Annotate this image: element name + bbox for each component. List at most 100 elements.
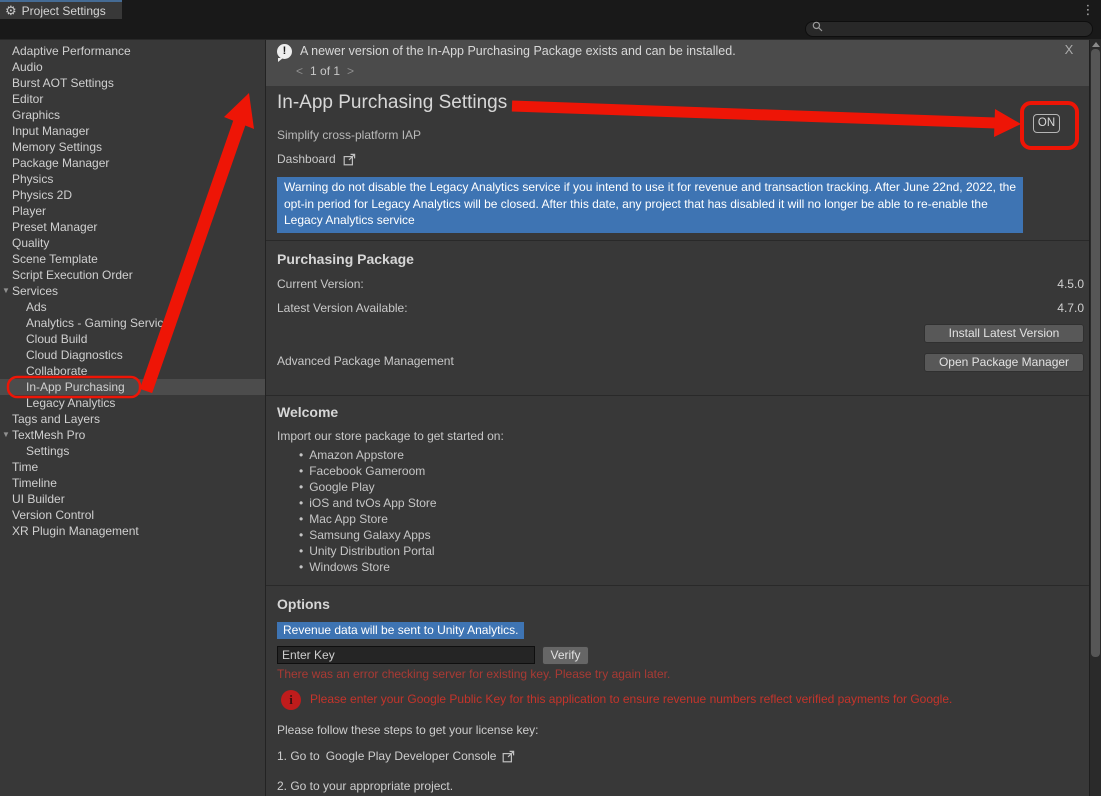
sidebar-item-label: Services	[12, 284, 58, 298]
tab-title: Project Settings	[22, 4, 106, 18]
window-tab-bar: ⚙ Project Settings ⋮	[0, 0, 1101, 19]
sidebar-item[interactable]: ▼ In-App Purchasing	[0, 379, 265, 395]
page-subtitle: Simplify cross-platform IAP	[277, 128, 421, 142]
store-list-item: Facebook Gameroom	[299, 463, 437, 479]
sidebar-item-label: Settings	[26, 444, 69, 458]
sidebar-item-label: Physics 2D	[12, 188, 72, 202]
sidebar-item[interactable]: ▼ Player	[0, 203, 265, 219]
console-warning-icon: !	[277, 44, 292, 59]
search-box[interactable]	[805, 21, 1093, 37]
settings-category-sidebar: ▼ Adaptive Performance ▼ Audio ▼ Burst A…	[0, 40, 266, 796]
sidebar-item[interactable]: ▼ Memory Settings	[0, 139, 265, 155]
sidebar-item[interactable]: ▼ Burst AOT Settings	[0, 75, 265, 91]
notification-pager: < 1 of 1 >	[296, 64, 354, 78]
sidebar-item[interactable]: ▼ Adaptive Performance	[0, 43, 265, 59]
install-latest-version-button[interactable]: Install Latest Version	[924, 324, 1084, 343]
sidebar-item[interactable]: ▼ Scene Template	[0, 251, 265, 267]
sidebar-item-label: Physics	[12, 172, 53, 186]
sidebar-item[interactable]: ▼ Cloud Diagnostics	[0, 347, 265, 363]
welcome-heading: Welcome	[277, 404, 338, 420]
store-list-item: Mac App Store	[299, 511, 437, 527]
close-icon[interactable]: X	[1062, 42, 1076, 58]
sidebar-item-label: Version Control	[12, 508, 94, 522]
current-version-value: 4.5.0	[1057, 277, 1084, 291]
sidebar-item[interactable]: ▼ Ads	[0, 299, 265, 315]
sidebar-item[interactable]: ▼ XR Plugin Management	[0, 523, 265, 539]
notification-message: A newer version of the In-App Purchasing…	[300, 44, 736, 58]
google-key-input[interactable]	[277, 646, 535, 664]
store-list-item: Samsung Galaxy Apps	[299, 527, 437, 543]
store-list-item: Google Play	[299, 479, 437, 495]
sidebar-item-label: Time	[12, 460, 38, 474]
sidebar-item-label: Player	[12, 204, 46, 218]
revenue-note-badge: Revenue data will be sent to Unity Analy…	[277, 622, 524, 639]
sidebar-item-label: Input Manager	[12, 124, 89, 138]
latest-version-value: 4.7.0	[1057, 301, 1084, 315]
sidebar-item-label: In-App Purchasing	[26, 380, 125, 394]
sidebar-item-label: Editor	[12, 92, 43, 106]
open-package-manager-button[interactable]: Open Package Manager	[924, 353, 1084, 372]
pager-prev-icon[interactable]: <	[296, 64, 303, 78]
settings-toolbar	[0, 19, 1101, 40]
external-link-icon[interactable]	[502, 750, 515, 763]
sidebar-item[interactable]: ▼ Audio	[0, 59, 265, 75]
sidebar-item[interactable]: ▼ Cloud Build	[0, 331, 265, 347]
settings-content-panel: ! A newer version of the In-App Purchasi…	[266, 40, 1089, 796]
sidebar-item[interactable]: ▼ Physics	[0, 171, 265, 187]
store-list-item: Windows Store	[299, 559, 437, 575]
sidebar-item[interactable]: ▼ Settings	[0, 443, 265, 459]
sidebar-item[interactable]: ▼ Physics 2D	[0, 187, 265, 203]
sidebar-item[interactable]: ▼ Graphics	[0, 107, 265, 123]
sidebar-item-label: Cloud Build	[26, 332, 87, 346]
welcome-intro: Import our store package to get started …	[277, 429, 504, 443]
sidebar-item-label: Burst AOT Settings	[12, 76, 114, 90]
sidebar-item[interactable]: ▼ Input Manager	[0, 123, 265, 139]
pager-next-icon[interactable]: >	[347, 64, 354, 78]
sidebar-item-label: Ads	[26, 300, 47, 314]
sidebar-item-label: Scene Template	[12, 252, 98, 266]
external-link-icon[interactable]	[343, 153, 356, 166]
sidebar-item-label: TextMesh Pro	[12, 428, 85, 442]
step1-prefix: 1. Go to	[277, 749, 320, 763]
google-play-console-link[interactable]: Google Play Developer Console	[326, 749, 497, 763]
scrollbar-thumb[interactable]	[1091, 49, 1100, 657]
sidebar-item[interactable]: ▼ Script Execution Order	[0, 267, 265, 283]
vertical-scrollbar[interactable]	[1089, 40, 1101, 796]
sidebar-item[interactable]: ▼ Collaborate	[0, 363, 265, 379]
store-list-item: Unity Distribution Portal	[299, 543, 437, 559]
foldout-triangle-icon[interactable]: ▼	[2, 283, 10, 299]
dashboard-link[interactable]: Dashboard	[277, 152, 336, 166]
sidebar-item[interactable]: ▼ Time	[0, 459, 265, 475]
sidebar-item[interactable]: ▼ Analytics - Gaming Services	[0, 315, 265, 331]
sidebar-item[interactable]: ▼ Version Control	[0, 507, 265, 523]
sidebar-item[interactable]: ▼ Editor	[0, 91, 265, 107]
sidebar-item-label: Audio	[12, 60, 43, 74]
sidebar-item-label: Graphics	[12, 108, 60, 122]
search-input[interactable]	[824, 23, 1074, 35]
verify-button[interactable]: Verify	[542, 646, 589, 665]
tab-project-settings[interactable]: ⚙ Project Settings	[0, 0, 122, 19]
scroll-up-arrow-icon[interactable]	[1092, 42, 1100, 47]
google-key-note-text: Please enter your Google Public Key for …	[310, 692, 952, 706]
sidebar-item[interactable]: ▼ TextMesh Pro	[0, 427, 265, 443]
sidebar-item-label: Timeline	[12, 476, 57, 490]
sidebar-item[interactable]: ▼ Services	[0, 283, 265, 299]
sidebar-item[interactable]: ▼ Package Manager	[0, 155, 265, 171]
sidebar-item[interactable]: ▼ Legacy Analytics	[0, 395, 265, 411]
on-toggle-button[interactable]: ON	[1033, 114, 1060, 133]
sidebar-item-label: Memory Settings	[12, 140, 102, 154]
sidebar-item[interactable]: ▼ Timeline	[0, 475, 265, 491]
foldout-triangle-icon[interactable]: ▼	[2, 427, 10, 443]
store-list-item: Amazon Appstore	[299, 447, 437, 463]
sidebar-item[interactable]: ▼ UI Builder	[0, 491, 265, 507]
sidebar-item[interactable]: ▼ Quality	[0, 235, 265, 251]
store-list-item: iOS and tvOs App Store	[299, 495, 437, 511]
page-title: In-App Purchasing Settings	[277, 92, 507, 114]
kebab-menu-icon[interactable]: ⋮	[1081, 1, 1095, 18]
steps-intro-text: Please follow these steps to get your li…	[277, 723, 538, 737]
options-heading: Options	[277, 596, 330, 612]
sidebar-item-label: Preset Manager	[12, 220, 97, 234]
latest-version-label: Latest Version Available:	[277, 301, 408, 315]
sidebar-item[interactable]: ▼ Tags and Layers	[0, 411, 265, 427]
sidebar-item[interactable]: ▼ Preset Manager	[0, 219, 265, 235]
